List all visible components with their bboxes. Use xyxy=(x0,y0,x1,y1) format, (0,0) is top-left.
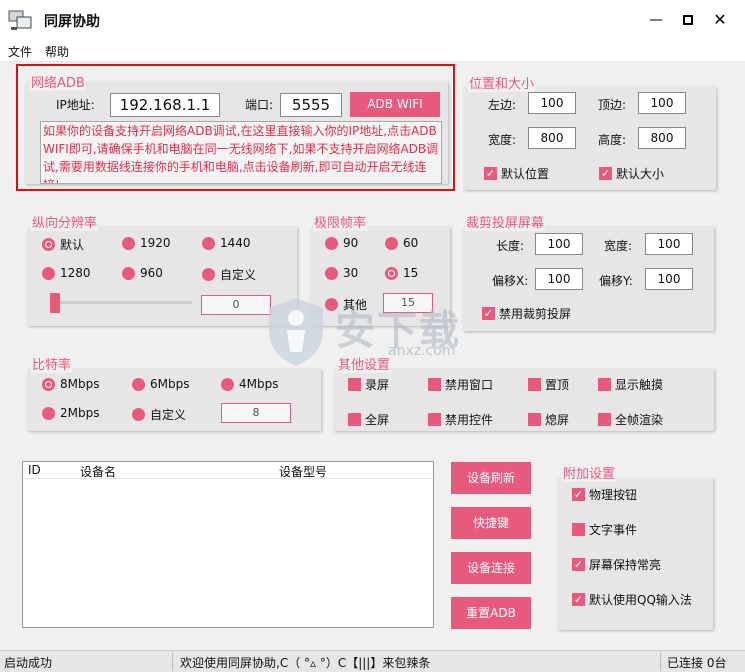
offset-x-input[interactable]: 100 xyxy=(535,268,583,290)
res-custom-radio[interactable]: 自定义 xyxy=(202,266,256,283)
left-input[interactable]: 100 xyxy=(528,92,576,114)
record-checkbox[interactable]: 录屏 xyxy=(348,376,389,393)
disable-crop-checkbox[interactable]: ✓ 禁用裁剪投屏 xyxy=(482,305,571,322)
watermark-url: anxz.com xyxy=(388,343,456,359)
res-1280-radio[interactable]: 1280 xyxy=(42,266,91,280)
fps-title: 极限帧率 xyxy=(313,212,368,231)
show-touch-checkbox[interactable]: 显示触摸 xyxy=(598,376,663,393)
height-label: 高度: xyxy=(598,133,627,147)
top-label: 顶边: xyxy=(598,98,627,112)
bitrate-panel: 8Mbps 6Mbps 4Mbps 2Mbps 自定义 8 xyxy=(28,369,321,431)
ip-label: IP地址: xyxy=(56,98,95,112)
fps-90-radio[interactable]: 90 xyxy=(325,236,358,250)
fps-60-radio[interactable]: 60 xyxy=(385,236,418,250)
status-bar: 启动成功 欢迎使用同屏协助,C（ °▵ °）C【|||】来包辣条 已连接 0台 xyxy=(0,650,745,672)
resolution-slider-track[interactable] xyxy=(50,301,192,304)
other-settings-panel: 录屏 禁用窗口 置顶 显示触摸 全屏 禁用控件 熄屏 全帧渲染 xyxy=(334,369,714,431)
crop-width-input[interactable]: 100 xyxy=(645,233,693,255)
resolution-panel: 默认 1920 1440 1280 960 自定义 0 xyxy=(28,227,297,326)
res-default-radio[interactable]: 默认 xyxy=(42,236,84,253)
resolution-custom-input[interactable]: 0 xyxy=(201,295,271,315)
fps-15-radio[interactable]: 15 xyxy=(385,266,418,280)
checkmark-icon: ✓ xyxy=(484,167,497,180)
offset-y-label: 偏移Y: xyxy=(599,274,633,288)
text-event-checkbox[interactable]: 文字事件 xyxy=(572,521,637,538)
offset-x-label: 偏移X: xyxy=(492,274,529,288)
adb-hint-text: 如果你的设备支持开启网络ADB调试,在这里直接输入你的IP地址,点击ADB WI… xyxy=(40,121,442,184)
disable-window-checkbox[interactable]: 禁用窗口 xyxy=(428,376,493,393)
shortcuts-button[interactable]: 快捷键 xyxy=(451,507,531,539)
reset-adb-button[interactable]: 重置ADB xyxy=(451,597,531,629)
maximize-icon[interactable] xyxy=(676,8,700,32)
bitrate-8-radio[interactable]: 8Mbps xyxy=(42,377,99,391)
network-adb-title: 网络ADB xyxy=(30,72,86,91)
full-frame-render-checkbox[interactable]: 全帧渲染 xyxy=(598,411,663,428)
other-settings-title: 其他设置 xyxy=(337,354,392,373)
status-right: 已连接 0台 xyxy=(667,656,727,670)
crop-panel: 长度: 100 宽度: 100 偏移X: 100 偏移Y: 100 ✓ 禁用裁剪投… xyxy=(463,227,714,331)
position-size-title: 位置和大小 xyxy=(468,73,536,92)
default-size-checkbox[interactable]: ✓ 默认大小 xyxy=(599,165,664,182)
col-id[interactable]: ID xyxy=(28,463,41,477)
checkmark-icon: ✓ xyxy=(599,167,612,180)
screen-off-checkbox[interactable]: 熄屏 xyxy=(528,411,569,428)
bitrate-2-radio[interactable]: 2Mbps xyxy=(42,406,99,420)
window-title: 同屏协助 xyxy=(44,14,100,30)
bitrate-custom-radio[interactable]: 自定义 xyxy=(132,406,186,423)
crop-width-label: 宽度: xyxy=(604,239,633,253)
extra-settings-panel: ✓ 物理按钮 文字事件 ✓ 屏幕保持常亮 ✓ 默认使用QQ输入法 xyxy=(558,478,713,630)
refresh-devices-button[interactable]: 设备刷新 xyxy=(451,462,531,494)
width-label: 宽度: xyxy=(488,133,517,147)
checkmark-icon: ✓ xyxy=(482,307,495,320)
ip-input[interactable]: 192.168.1.1 xyxy=(110,93,220,117)
crop-length-input[interactable]: 100 xyxy=(535,233,583,255)
res-1440-radio[interactable]: 1440 xyxy=(202,236,251,250)
res-960-radio[interactable]: 960 xyxy=(122,266,163,280)
left-label: 左边: xyxy=(488,98,517,112)
bitrate-title: 比特率 xyxy=(31,354,73,373)
bitrate-4-radio[interactable]: 4Mbps xyxy=(221,377,278,391)
col-device-model[interactable]: 设备型号 xyxy=(279,463,327,480)
position-size-panel: 左边: 100 顶边: 100 宽度: 800 高度: 800 ✓ 默认位置 ✓ 默… xyxy=(464,87,716,190)
fullscreen-checkbox[interactable]: 全屏 xyxy=(348,411,389,428)
menu-bar: 文件 帮助 xyxy=(0,40,745,62)
extra-settings-title: 附加设置 xyxy=(562,463,617,482)
app-icon xyxy=(8,8,32,32)
disable-controls-checkbox[interactable]: 禁用控件 xyxy=(428,411,493,428)
status-middle: 欢迎使用同屏协助,C（ °▵ °）C【|||】来包辣条 xyxy=(180,656,431,670)
width-input[interactable]: 800 xyxy=(528,127,576,149)
bitrate-custom-input[interactable]: 8 xyxy=(221,403,291,423)
col-device-name[interactable]: 设备名 xyxy=(80,463,116,480)
port-label: 端口: xyxy=(245,98,274,112)
minimize-icon[interactable]: — xyxy=(644,8,668,32)
offset-y-input[interactable]: 100 xyxy=(645,268,693,290)
always-on-top-checkbox[interactable]: 置顶 xyxy=(528,376,569,393)
crop-length-label: 长度: xyxy=(496,239,525,253)
status-left: 启动成功 xyxy=(4,656,53,670)
port-input[interactable]: 5555 xyxy=(280,93,342,117)
watermark-shield-icon xyxy=(265,296,327,368)
connect-device-button[interactable]: 设备连接 xyxy=(451,552,531,584)
bitrate-6-radio[interactable]: 6Mbps xyxy=(132,377,189,391)
top-input[interactable]: 100 xyxy=(638,92,686,114)
crop-title: 裁剪投屏屏幕 xyxy=(465,212,546,231)
default-position-checkbox[interactable]: ✓ 默认位置 xyxy=(484,165,549,182)
height-input[interactable]: 800 xyxy=(638,127,686,149)
network-adb-panel: IP地址: 192.168.1.1 端口: 5555 ADB WIFI 如果你的… xyxy=(25,82,448,184)
adb-wifi-button[interactable]: ADB WIFI xyxy=(350,92,440,117)
menu-help[interactable]: 帮助 xyxy=(45,43,69,60)
title-bar: 同屏协助 — ✕ xyxy=(0,0,745,40)
fps-30-radio[interactable]: 30 xyxy=(325,266,358,280)
device-list[interactable]: ID 设备名 设备型号 xyxy=(22,461,434,628)
qq-input-checkbox[interactable]: ✓ 默认使用QQ输入法 xyxy=(572,591,692,608)
resolution-slider-handle[interactable] xyxy=(50,293,60,313)
keep-screen-on-checkbox[interactable]: ✓ 屏幕保持常亮 xyxy=(572,556,661,573)
resolution-title: 纵向分辨率 xyxy=(31,212,99,231)
physical-buttons-checkbox[interactable]: ✓ 物理按钮 xyxy=(572,486,637,503)
menu-file[interactable]: 文件 xyxy=(8,43,32,60)
res-1920-radio[interactable]: 1920 xyxy=(122,236,171,250)
close-icon[interactable]: ✕ xyxy=(708,8,732,32)
device-list-header: ID 设备名 设备型号 xyxy=(23,462,433,479)
